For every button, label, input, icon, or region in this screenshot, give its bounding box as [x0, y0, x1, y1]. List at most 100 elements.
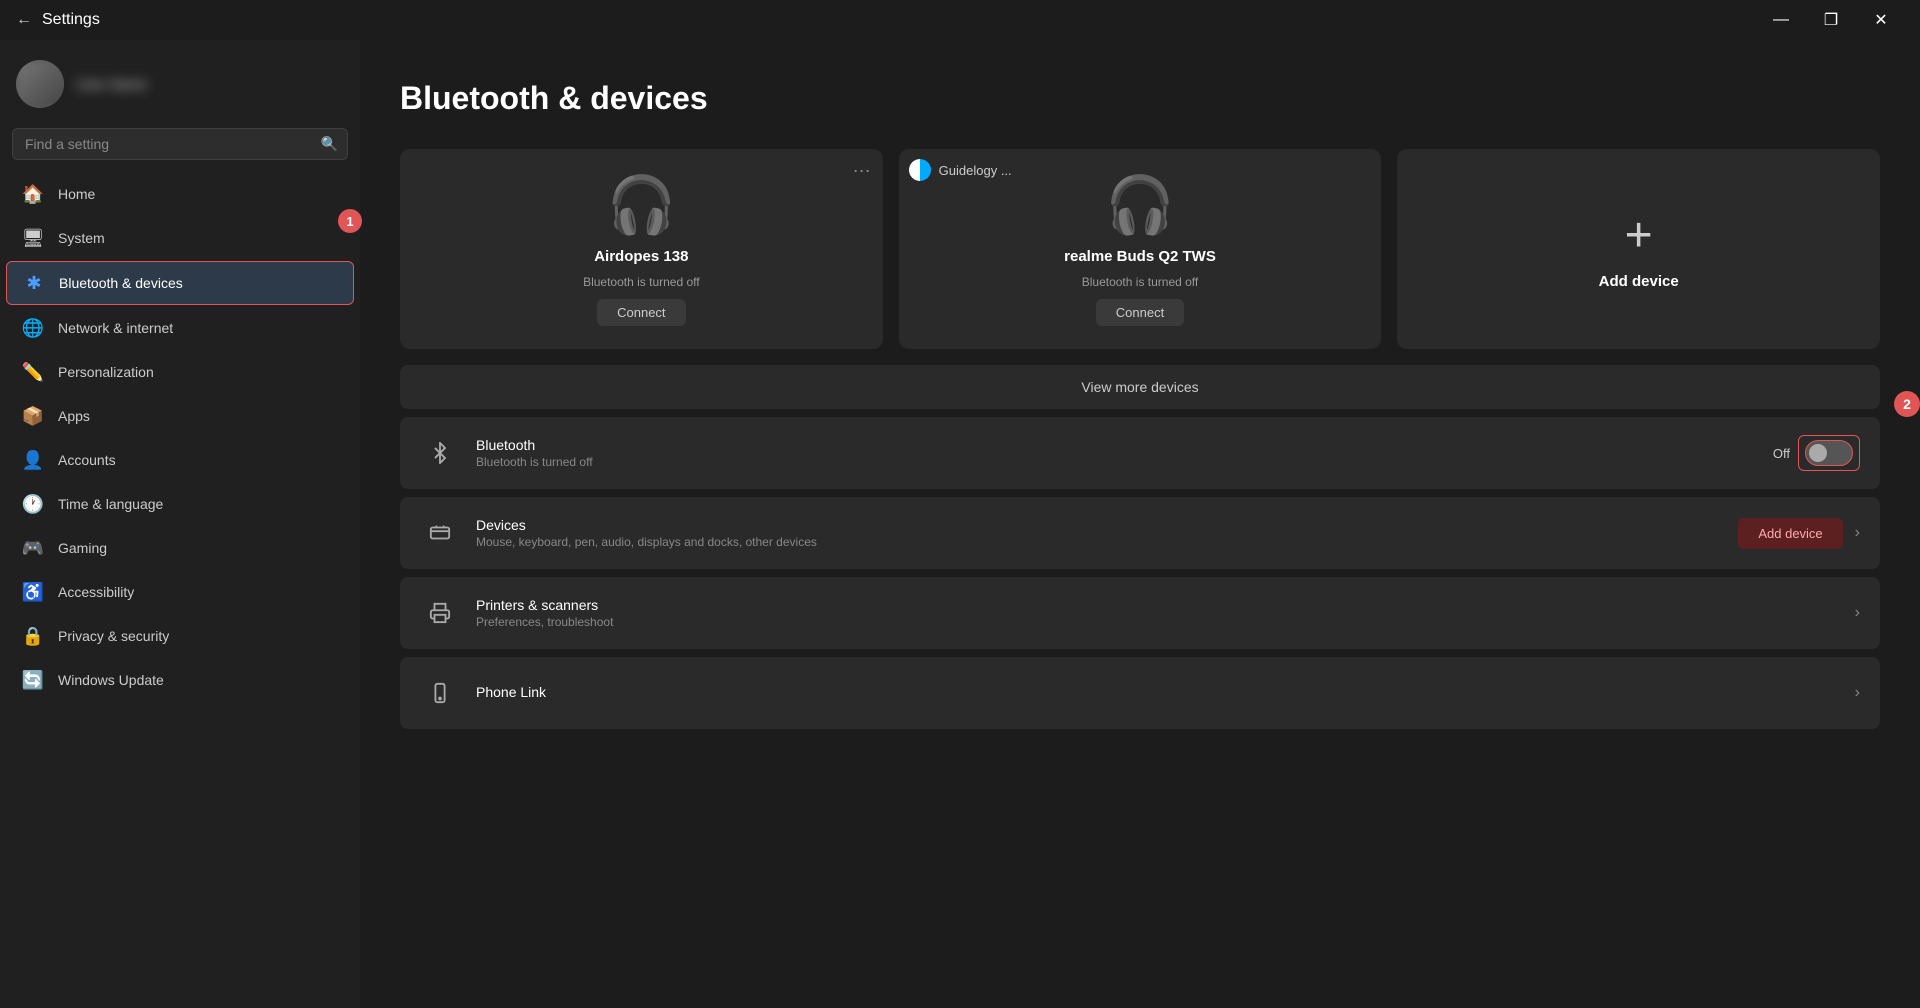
titlebar-title: Settings — [42, 11, 100, 29]
sidebar: User Name 🔍 🏠 Home 🖥 System 1 ✱ Bluetoot… — [0, 40, 360, 1008]
view-more-label: View more devices — [1081, 379, 1198, 395]
printers-text: Printers & scanners Preferences, trouble… — [476, 597, 1855, 629]
toggle-knob — [1809, 444, 1827, 462]
device-menu-icon[interactable]: ⋯ — [853, 161, 871, 182]
bluetooth-right: Off 2 — [1773, 435, 1860, 471]
nav-item-accessibility[interactable]: ♿ Accessibility — [6, 571, 354, 613]
privacy-icon: 🔒 — [22, 625, 44, 647]
devices-section: Devices Mouse, keyboard, pen, audio, dis… — [400, 497, 1880, 569]
guidelogy-badge: Guidelogy ... — [909, 159, 1372, 181]
titlebar: ← Settings — ❐ ✕ — [0, 0, 1920, 40]
close-button[interactable]: ✕ — [1858, 4, 1904, 36]
gaming-icon: 🎮 — [22, 537, 44, 559]
view-more-section: View more devices — [400, 365, 1880, 409]
nav-item-time[interactable]: 🕐 Time & language — [6, 483, 354, 525]
device-name-realme: realme Buds Q2 TWS — [1064, 248, 1216, 265]
connect-button-realme[interactable]: Connect — [1096, 299, 1184, 326]
view-more-row[interactable]: View more devices — [400, 365, 1880, 409]
bluetooth-toggle-wrapper: Off 2 — [1773, 435, 1860, 471]
connect-button-airdopes[interactable]: Connect — [597, 299, 685, 326]
devices-chevron-icon: › — [1855, 524, 1860, 542]
add-icon: + — [1625, 208, 1653, 263]
printers-subtitle: Preferences, troubleshoot — [476, 615, 1855, 629]
device-status-airdopes: Bluetooth is turned off — [583, 275, 700, 289]
printers-chevron-icon: › — [1855, 604, 1860, 622]
settings-window: ← Settings — ❐ ✕ User Name 🔍 — [0, 0, 1920, 1008]
maximize-button[interactable]: ❐ — [1808, 4, 1854, 36]
page-title: Bluetooth & devices — [400, 80, 1880, 117]
headphone-icon-airdopes: 🎧 — [606, 172, 676, 238]
bluetooth-row[interactable]: Bluetooth Bluetooth is turned off Off 2 — [400, 417, 1880, 489]
nav-item-privacy[interactable]: 🔒 Privacy & security — [6, 615, 354, 657]
add-device-button[interactable]: Add device — [1738, 518, 1842, 549]
content-area: User Name 🔍 🏠 Home 🖥 System 1 ✱ Bluetoot… — [0, 40, 1920, 1008]
printers-title: Printers & scanners — [476, 597, 1855, 613]
devices-row[interactable]: Devices Mouse, keyboard, pen, audio, dis… — [400, 497, 1880, 569]
update-icon: 🔄 — [22, 669, 44, 691]
add-device-card[interactable]: + Add device — [1397, 149, 1880, 349]
device-status-realme: Bluetooth is turned off — [1082, 275, 1199, 289]
devices-subtitle: Mouse, keyboard, pen, audio, displays an… — [476, 535, 1738, 549]
search-icon: 🔍 — [321, 136, 338, 153]
device-card-realme: Guidelogy ... 🎧 realme Buds Q2 TWS Bluet… — [899, 149, 1382, 349]
devices-text: Devices Mouse, keyboard, pen, audio, dis… — [476, 517, 1738, 549]
apps-icon: 📦 — [22, 405, 44, 427]
bluetooth-toggle-box — [1798, 435, 1860, 471]
nav-item-home[interactable]: 🏠 Home — [6, 173, 354, 215]
accounts-icon: 👤 — [22, 449, 44, 471]
main-content: Bluetooth & devices ⋯ 🎧 Airdopes 138 Blu… — [360, 40, 1920, 1008]
bluetooth-section: Bluetooth Bluetooth is turned off Off 2 — [400, 417, 1880, 489]
phone-link-row[interactable]: Phone Link › — [400, 657, 1880, 729]
add-device-label: Add device — [1599, 273, 1679, 290]
device-cards: ⋯ 🎧 Airdopes 138 Bluetooth is turned off… — [400, 149, 1880, 349]
nav-item-apps[interactable]: 📦 Apps — [6, 395, 354, 437]
nav-item-update[interactable]: 🔄 Windows Update — [6, 659, 354, 701]
nav-item-gaming[interactable]: 🎮 Gaming — [6, 527, 354, 569]
time-icon: 🕐 — [22, 493, 44, 515]
printers-section: Printers & scanners Preferences, trouble… — [400, 577, 1880, 649]
user-name: User Name — [76, 76, 147, 92]
phone-link-icon — [420, 673, 460, 713]
home-icon: 🏠 — [22, 183, 44, 205]
user-profile: User Name — [0, 48, 360, 128]
back-icon[interactable]: ← — [16, 11, 32, 29]
guidelogy-label: Guidelogy ... — [939, 163, 1012, 178]
bluetooth-text: Bluetooth Bluetooth is turned off — [476, 437, 1773, 469]
nav-item-system[interactable]: 🖥 System 1 — [6, 217, 354, 259]
titlebar-controls: — ❐ ✕ — [1758, 4, 1904, 36]
phone-link-right: › — [1855, 684, 1860, 702]
phone-link-title: Phone Link — [476, 684, 1855, 700]
accessibility-icon: ♿ — [22, 581, 44, 603]
bluetooth-row-icon — [420, 433, 460, 473]
toggle-label: Off — [1773, 446, 1790, 461]
search-box: 🔍 — [12, 128, 348, 160]
bluetooth-toggle[interactable] — [1805, 440, 1853, 466]
headphone-icon-realme: 🎧 — [1105, 172, 1175, 238]
device-name-airdopes: Airdopes 138 — [594, 248, 688, 265]
nav-item-bluetooth[interactable]: ✱ Bluetooth & devices — [6, 261, 354, 305]
device-card-airdopes: ⋯ 🎧 Airdopes 138 Bluetooth is turned off… — [400, 149, 883, 349]
annotation-badge-2: 2 — [1894, 391, 1920, 417]
titlebar-left: ← Settings — [16, 11, 100, 29]
bluetooth-subtitle: Bluetooth is turned off — [476, 455, 1773, 469]
printers-row-icon — [420, 593, 460, 633]
nav-item-accounts[interactable]: 👤 Accounts — [6, 439, 354, 481]
nav-item-network[interactable]: 🌐 Network & internet — [6, 307, 354, 349]
nav-item-personalization[interactable]: ✏️ Personalization — [6, 351, 354, 393]
phone-link-section: Phone Link › — [400, 657, 1880, 729]
avatar — [16, 60, 64, 108]
devices-title: Devices — [476, 517, 1738, 533]
bluetooth-nav-icon: ✱ — [23, 272, 45, 294]
printers-right: › — [1855, 604, 1860, 622]
minimize-button[interactable]: — — [1758, 4, 1804, 36]
printers-row[interactable]: Printers & scanners Preferences, trouble… — [400, 577, 1880, 649]
devices-row-icon — [420, 513, 460, 553]
phone-link-chevron-icon: › — [1855, 684, 1860, 702]
bluetooth-title: Bluetooth — [476, 437, 1773, 453]
phone-link-text: Phone Link — [476, 684, 1855, 702]
personalization-icon: ✏️ — [22, 361, 44, 383]
system-badge: 1 — [338, 209, 362, 233]
system-icon: 🖥 — [22, 227, 44, 249]
search-input[interactable] — [12, 128, 348, 160]
network-icon: 🌐 — [22, 317, 44, 339]
